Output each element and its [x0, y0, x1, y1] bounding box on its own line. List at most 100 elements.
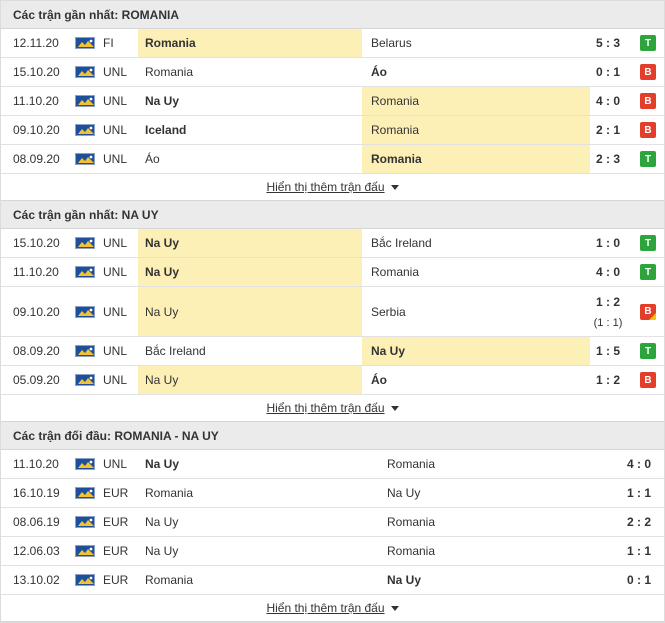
match-row[interactable]: 15.10.20 UNL Romania Áo 0 : 1 B — [1, 58, 664, 87]
away-team[interactable]: Romania — [378, 450, 590, 478]
away-team[interactable]: Romania — [378, 537, 590, 565]
match-date: 12.11.20 — [13, 36, 59, 50]
home-team[interactable]: Na Uy — [138, 229, 362, 257]
section-title: Các trận gần nhất: ROMANIA — [1, 1, 664, 29]
show-more-link[interactable]: Hiển thị thêm trận đấu — [266, 401, 384, 415]
away-team[interactable]: Áo — [362, 366, 590, 394]
match-score: 4 : 0 — [595, 265, 620, 279]
away-team[interactable]: Romania — [362, 258, 590, 286]
home-team[interactable]: Na Uy — [138, 537, 378, 565]
match-score: 4 : 0 — [626, 457, 651, 471]
competition-code: EUR — [103, 515, 129, 529]
competition-code: UNL — [103, 344, 128, 358]
result-badge: B — [640, 64, 656, 80]
match-score: 1 : 2 — [595, 373, 620, 387]
match-row[interactable]: 16.10.19 EUR Romania Na Uy 1 : 1 — [1, 479, 664, 508]
competition-flag-icon — [75, 87, 97, 115]
show-more-row: Hiển thị thêm trận đấu — [1, 174, 664, 201]
home-team[interactable]: Na Uy — [138, 366, 362, 394]
match-score: 1 : 0 — [595, 236, 620, 250]
match-row[interactable]: 11.10.20 UNL Na Uy Romania 4 : 0 B — [1, 87, 664, 116]
competition-flag-icon — [75, 58, 97, 86]
match-date: 08.09.20 — [13, 152, 60, 166]
competition-flag-icon — [75, 258, 97, 286]
competition-code: UNL — [103, 236, 128, 250]
match-date: 08.09.20 — [13, 344, 60, 358]
away-team[interactable]: Bắc Ireland — [362, 229, 590, 257]
competition-flag-icon — [75, 537, 97, 565]
match-row[interactable]: 08.09.20 UNL Bắc Ireland Na Uy 1 : 5 T — [1, 337, 664, 366]
home-team[interactable]: Romania — [138, 566, 378, 594]
caret-down-icon[interactable] — [390, 184, 399, 190]
match-row[interactable]: 12.06.03 EUR Na Uy Romania 1 : 1 — [1, 537, 664, 566]
home-team[interactable]: Romania — [138, 479, 378, 507]
match-row[interactable]: 12.11.20 FI Romania Belarus 5 : 3 T — [1, 29, 664, 58]
match-row[interactable]: 08.09.20 UNL Áo Romania 2 : 3 T — [1, 145, 664, 174]
result-badge: B — [640, 122, 656, 138]
away-team[interactable]: Romania — [362, 145, 590, 173]
caret-down-icon[interactable] — [390, 605, 399, 611]
competition-flag-icon — [75, 366, 97, 394]
home-team[interactable]: Romania — [138, 29, 362, 57]
result-badge: T — [640, 35, 656, 51]
match-score: 5 : 3 — [595, 36, 620, 50]
show-more-link[interactable]: Hiển thị thêm trận đấu — [266, 601, 384, 615]
penalty-corner-icon — [649, 312, 656, 320]
away-team[interactable]: Na Uy — [362, 337, 590, 365]
match-row[interactable]: 09.10.20 UNL Iceland Romania 2 : 1 B — [1, 116, 664, 145]
match-score: 2 : 3 — [595, 152, 620, 166]
competition-code: UNL — [103, 152, 128, 166]
away-team[interactable]: Na Uy — [378, 479, 590, 507]
away-team[interactable]: Romania — [378, 508, 590, 536]
competition-flag-icon — [75, 229, 97, 257]
away-team[interactable]: Romania — [362, 116, 590, 144]
competition-flag-icon — [75, 566, 97, 594]
away-team[interactable]: Belarus — [362, 29, 590, 57]
show-more-link[interactable]: Hiển thị thêm trận đấu — [266, 180, 384, 194]
match-date: 09.10.20 — [13, 123, 60, 137]
home-team[interactable]: Na Uy — [138, 87, 362, 115]
home-team[interactable]: Na Uy — [138, 287, 362, 336]
competition-flag-icon — [75, 116, 97, 144]
match-row[interactable]: 15.10.20 UNL Na Uy Bắc Ireland 1 : 0 T — [1, 229, 664, 258]
away-team[interactable]: Na Uy — [378, 566, 590, 594]
match-score: 2 : 2 — [626, 515, 651, 529]
result-badge: T — [640, 235, 656, 251]
match-row[interactable]: 13.10.02 EUR Romania Na Uy 0 : 1 — [1, 566, 664, 595]
match-row[interactable]: 09.10.20 UNL Na Uy Serbia 1 : 2 (1 : 1) … — [1, 287, 664, 337]
home-team[interactable]: Na Uy — [138, 450, 378, 478]
home-team[interactable]: Áo — [138, 145, 362, 173]
home-team[interactable]: Na Uy — [138, 258, 362, 286]
home-team[interactable]: Bắc Ireland — [138, 337, 362, 365]
match-date: 15.10.20 — [13, 65, 60, 79]
home-team[interactable]: Iceland — [138, 116, 362, 144]
competition-flag-icon — [75, 29, 97, 57]
result-badge: T — [640, 151, 656, 167]
result-badge: B — [640, 93, 656, 109]
match-score: 1 : 2 — [595, 294, 620, 309]
competition-code: FI — [103, 36, 114, 50]
match-row[interactable]: 11.10.20 UNL Na Uy Romania 4 : 0 T — [1, 258, 664, 287]
match-row[interactable]: 11.10.20 UNL Na Uy Romania 4 : 0 — [1, 450, 664, 479]
match-row[interactable]: 08.06.19 EUR Na Uy Romania 2 : 2 — [1, 508, 664, 537]
away-team[interactable]: Áo — [362, 58, 590, 86]
competition-flag-icon — [75, 508, 97, 536]
home-team[interactable]: Romania — [138, 58, 362, 86]
competition-code: UNL — [103, 265, 128, 279]
result-badge: T — [640, 343, 656, 359]
match-row[interactable]: 05.09.20 UNL Na Uy Áo 1 : 2 B — [1, 366, 664, 395]
away-team[interactable]: Serbia — [362, 287, 590, 336]
caret-down-icon[interactable] — [390, 405, 399, 411]
competition-code: UNL — [103, 94, 128, 108]
section-romania-recent: Các trận gần nhất: ROMANIA 12.11.20 FI R… — [1, 1, 664, 201]
competition-code: UNL — [103, 65, 128, 79]
home-team[interactable]: Na Uy — [138, 508, 378, 536]
match-date: 05.09.20 — [13, 373, 60, 387]
match-date: 11.10.20 — [13, 265, 59, 279]
away-team[interactable]: Romania — [362, 87, 590, 115]
section-title: Các trận gần nhất: NA UY — [1, 201, 664, 229]
halftime-score: (1 : 1) — [593, 316, 623, 329]
match-date: 12.06.03 — [13, 544, 60, 558]
section-head-to-head: Các trận đối đầu: ROMANIA - NA UY 11.10.… — [1, 422, 664, 622]
competition-code: EUR — [103, 573, 129, 587]
